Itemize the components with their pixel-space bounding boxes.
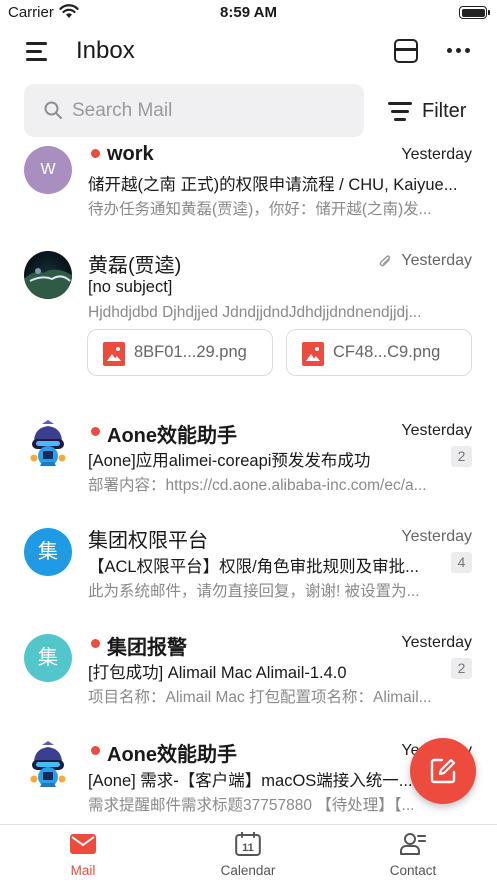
- thread-count-badge: 2: [451, 658, 472, 679]
- mail-subject: [no subject]: [88, 278, 173, 296]
- unread-dot: [91, 639, 100, 648]
- more-options-icon[interactable]: [447, 48, 471, 54]
- image-file-icon: [103, 342, 125, 366]
- tab-label: Contact: [389, 863, 437, 878]
- mail-sender: 集团报警: [107, 637, 187, 659]
- mail-subject: 【ACL权限平台】权限/角色审批规则及审批...: [88, 558, 419, 576]
- filter-button[interactable]: Filter: [388, 97, 466, 125]
- avatar: [24, 741, 72, 789]
- robot-avatar-icon: [30, 420, 66, 466]
- unread-dot: [91, 149, 100, 158]
- avatar: [24, 420, 72, 468]
- attachment-name: CF48...C9.png: [333, 343, 441, 361]
- filter-label: Filter: [422, 99, 467, 122]
- layout-toggle-icon[interactable]: [394, 39, 418, 63]
- filter-icon: [388, 101, 412, 121]
- tab-label: Calendar: [220, 863, 276, 878]
- attachment-icon: [379, 255, 391, 267]
- compose-icon: [430, 758, 456, 784]
- mail-preview: 待办任务通知黄磊(贾逵)，你好：储开越(之南)发...: [88, 201, 432, 218]
- mail-subject: [Aone]应用alimei-coreapi预发发布成功: [88, 452, 371, 470]
- mail-sender: work: [107, 143, 154, 165]
- mail-sender: Aone效能助手: [107, 425, 237, 447]
- thread-count-badge: 2: [451, 446, 472, 467]
- photo-avatar-image: [24, 268, 72, 299]
- unread-dot: [91, 746, 100, 755]
- mail-item[interactable]: 集 集团权限平台 Yesterday 【ACL权限平台】权限/角色审批规则及审批…: [0, 510, 497, 616]
- mail-sender: 集团权限平台: [88, 530, 208, 552]
- mail-sender: Aone效能助手: [107, 744, 237, 766]
- mail-item[interactable]: 集 集团报警 Yesterday [打包成功] Alimail Mac Alim…: [0, 616, 497, 724]
- mail-preview: 部署内容：https://cd.aone.alibaba-inc.com/ec/…: [88, 477, 427, 494]
- mail-icon: [70, 834, 96, 854]
- mail-date: Yesterday: [401, 146, 472, 163]
- mail-preview: 需求提醒邮件需求标题37757880 【待处理】【...: [88, 797, 415, 814]
- avatar: 集: [24, 634, 72, 682]
- avatar: W: [24, 146, 72, 194]
- tab-contact[interactable]: Contact: [353, 825, 473, 883]
- mail-list: W work Yesterday 储开越(之南 正式)的权限申请流程 / CHU…: [0, 140, 497, 824]
- mail-date: Yesterday: [401, 528, 472, 545]
- bottom-tab-bar: Mail 11 Calendar Contact: [0, 824, 497, 883]
- avatar: 集: [24, 528, 72, 576]
- mail-preview: 项目名称：Alimail Mac 打包配置项名称：Alimail...: [88, 689, 432, 706]
- tab-calendar[interactable]: 11 Calendar: [188, 825, 308, 883]
- mail-subject: 储开越(之南 正式)的权限申请流程 / CHU, Kaiyue...: [88, 176, 458, 194]
- search-icon: [44, 101, 62, 119]
- attachment-chip[interactable]: CF48...C9.png: [286, 329, 472, 376]
- calendar-icon: 11: [235, 832, 261, 856]
- unread-dot: [91, 427, 100, 436]
- menu-icon[interactable]: [26, 40, 50, 62]
- search-bar[interactable]: [24, 84, 364, 137]
- battery-icon: [459, 6, 490, 19]
- mail-subject: [打包成功] Alimail Mac Alimail-1.4.0: [88, 664, 347, 682]
- tab-label: Mail: [70, 863, 96, 878]
- status-bar: Carrier 8:59 AM: [0, 0, 497, 26]
- page-title: Inbox: [76, 37, 135, 64]
- compose-button[interactable]: [410, 738, 476, 804]
- mail-date: Yesterday: [401, 252, 472, 269]
- search-row: Filter: [0, 84, 497, 138]
- mail-preview: 此为系统邮件，请勿直接回复，谢谢! 被设置为...: [88, 583, 420, 600]
- contact-icon: [400, 833, 426, 855]
- avatar: [24, 251, 72, 299]
- image-file-icon: [302, 342, 324, 366]
- search-input[interactable]: [72, 94, 352, 128]
- attachment-chip[interactable]: 8BF01...29.png: [87, 329, 273, 376]
- robot-avatar-icon: [30, 741, 66, 787]
- mail-date: Yesterday: [401, 634, 472, 651]
- tab-mail[interactable]: Mail: [23, 825, 143, 883]
- calendar-day-number: 11: [242, 842, 254, 854]
- clock-time: 8:59 AM: [220, 4, 277, 21]
- top-nav-bar: Inbox: [0, 26, 497, 76]
- mail-preview: Hjdhdjdbd Djhdjjed JdndjjdndJdhdjjdndnen…: [88, 304, 422, 321]
- mail-sender: 黄磊(贾逵): [88, 255, 182, 277]
- mail-item[interactable]: W work Yesterday 储开越(之南 正式)的权限申请流程 / CHU…: [0, 140, 497, 238]
- attachment-name: 8BF01...29.png: [134, 343, 247, 361]
- mail-item[interactable]: Aone效能助手 Yesterday [Aone]应用alimei-coreap…: [0, 410, 497, 510]
- mail-date: Yesterday: [401, 422, 472, 439]
- thread-count-badge: 4: [451, 552, 472, 573]
